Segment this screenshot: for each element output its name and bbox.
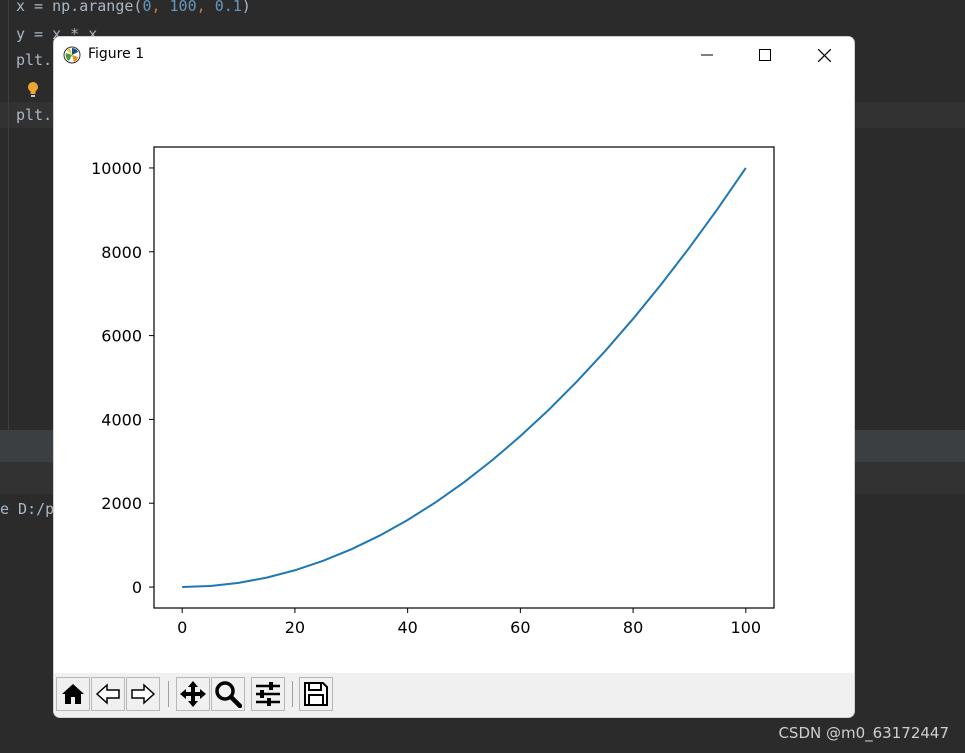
toolbar-separator	[292, 681, 293, 707]
y-tick-label: 2000	[101, 494, 142, 513]
minimize-button[interactable]	[678, 37, 736, 73]
x-tick-label: 40	[397, 618, 417, 637]
title-bar[interactable]: Figure 1	[54, 37, 854, 73]
configure-subplots-button[interactable]	[251, 677, 285, 711]
x-tick-label: 60	[510, 618, 530, 637]
home-icon	[62, 684, 84, 704]
plot-area[interactable]: 0 20 40 60 80 100 0 2000 4000 6000 8000 10000	[54, 73, 854, 673]
x-tick-label: 0	[177, 618, 187, 637]
close-button[interactable]	[795, 37, 853, 73]
maximize-button[interactable]	[736, 37, 794, 73]
back-button[interactable]	[91, 677, 125, 711]
save-button[interactable]	[299, 677, 333, 711]
matplotlib-logo-icon	[63, 46, 81, 64]
close-icon	[817, 48, 831, 62]
watermark: CSDN @m0_63172447	[778, 724, 949, 742]
code-line-4[interactable]: plt.	[16, 105, 52, 125]
gutter-divider	[8, 0, 9, 430]
toolbar-separator	[168, 681, 169, 707]
x-tick-label: 100	[731, 618, 762, 637]
code-line-3[interactable]: plt.	[16, 50, 52, 70]
pan-button[interactable]	[176, 677, 210, 711]
forward-button[interactable]	[126, 677, 160, 711]
minimize-icon	[701, 54, 713, 56]
x-tick-label: 80	[623, 618, 643, 637]
x-tick-label: 20	[285, 618, 305, 637]
code-line-1[interactable]: x = np.arange(0, 100, 0.1)	[16, 0, 251, 16]
line-chart[interactable]: 0 20 40 60 80 100 0 2000 4000 6000 8000 10000	[54, 73, 854, 673]
home-button[interactable]	[56, 677, 90, 711]
console-output: e D:/p	[0, 500, 55, 518]
save-icon	[304, 682, 328, 706]
axes-frame	[153, 146, 775, 609]
maximize-icon	[759, 49, 771, 61]
pan-icon	[180, 681, 206, 707]
y-tick-label: 8000	[101, 243, 142, 262]
window-title: Figure 1	[88, 46, 145, 62]
configure-subplots-icon	[256, 682, 280, 706]
y-tick-label: 0	[132, 578, 142, 597]
figure-window[interactable]: Figure 1 0 20 40 60 80 100 0 2000 4000 6000 8000 1…	[54, 37, 854, 717]
forward-icon	[131, 683, 156, 705]
zoom-button[interactable]	[211, 677, 245, 711]
y-tick-label: 10000	[91, 159, 142, 178]
y-tick-label: 4000	[101, 410, 142, 429]
y-tick-label: 6000	[101, 327, 142, 346]
lightbulb-icon[interactable]	[27, 81, 39, 99]
back-icon	[95, 683, 120, 705]
navigation-toolbar	[54, 673, 854, 717]
zoom-icon	[215, 681, 242, 708]
